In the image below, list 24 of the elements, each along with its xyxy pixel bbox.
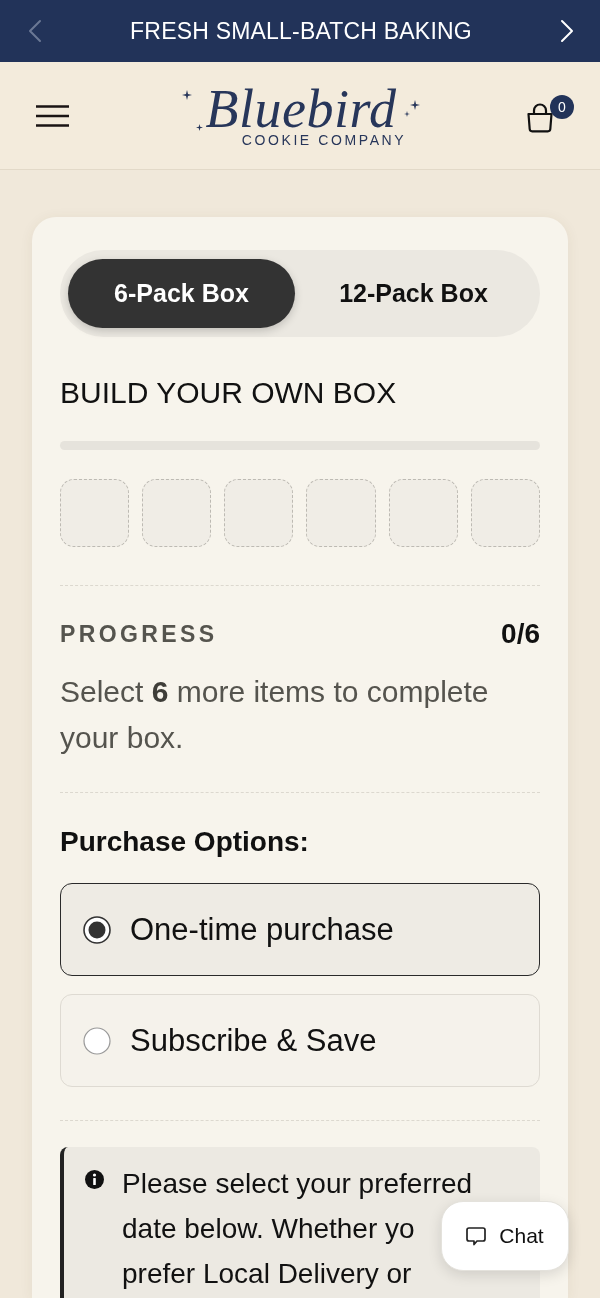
pack-tab[interactable]: 6-Pack Box xyxy=(68,259,295,328)
purchase-options-heading: Purchase Options: xyxy=(60,825,310,859)
logo-wordmark[interactable]: Bluebird xyxy=(205,83,397,134)
progress-label: PROGRESS xyxy=(60,620,218,648)
announcement-text: FRESH SMALL-BATCH BAKING xyxy=(130,17,472,45)
menu-icon[interactable] xyxy=(36,104,69,127)
sparkle-icon xyxy=(195,123,203,131)
cart-count-badge: 0 xyxy=(550,94,574,119)
purchase-option[interactable]: Subscribe & Save xyxy=(60,994,540,1087)
purchase-option[interactable]: One-time purchase xyxy=(60,883,540,976)
notice-text: date below. Whether yo xyxy=(122,1212,415,1245)
chevron-right-icon[interactable] xyxy=(560,19,574,43)
progress-message: Select 6 more items to complete your box. xyxy=(60,674,490,756)
shopping-bag-icon[interactable] xyxy=(525,102,555,133)
progress-count: 0/6 xyxy=(501,618,540,650)
pack-tab[interactable]: 12-Pack Box xyxy=(295,259,532,328)
notice-text: prefer Local Delivery or xyxy=(122,1257,412,1290)
section-title: BUILD YOUR OWN BOX xyxy=(60,375,398,411)
info-icon xyxy=(85,1170,104,1189)
speech-bubble-icon xyxy=(466,1226,487,1246)
sparkle-icon xyxy=(181,89,192,100)
notice-text: Please select your preferred xyxy=(122,1167,473,1200)
chat-button[interactable]: Chat xyxy=(441,1201,569,1271)
logo-tagline: COOKIE COMPANY xyxy=(241,131,407,148)
